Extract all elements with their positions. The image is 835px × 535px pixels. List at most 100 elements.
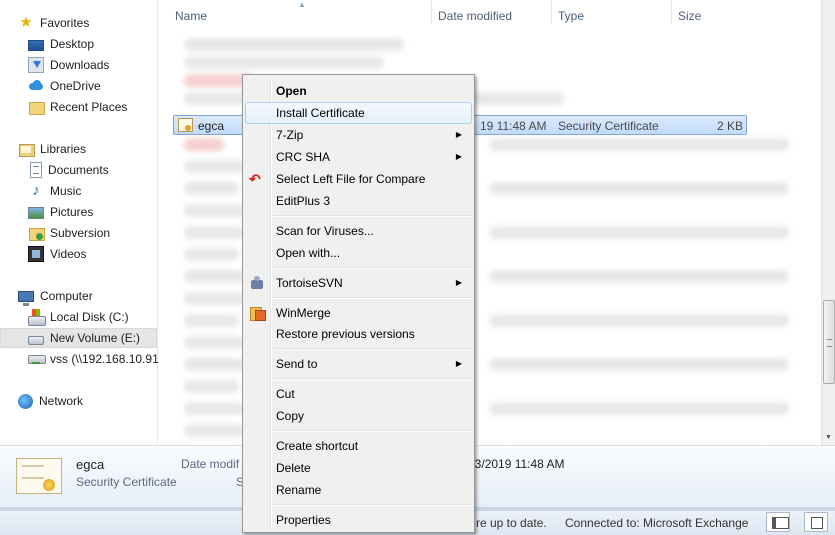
menu-separator [273,297,472,299]
menu-item-open-with[interactable]: Open with... [245,242,472,264]
nav-label: Music [50,184,82,198]
menu-item-rename[interactable]: Rename [245,479,472,501]
blurred-row [489,358,789,371]
recent-places-icon [28,99,45,115]
menu-item-select-left-file[interactable]: ↶ Select Left File for Compare [245,168,472,190]
star-icon: ★ [19,14,33,31]
nav-computer[interactable]: Computer [18,286,175,306]
nav-label: Videos [50,247,87,261]
blurred-row [489,138,789,151]
nav-label: New Volume (E:) [50,331,141,345]
menu-item-copy[interactable]: Copy [245,405,472,427]
blurred-row [489,314,789,327]
blurred-row [489,402,789,415]
file-type: Security Certificate [558,119,659,133]
scrollbar-thumb[interactable] [823,300,835,384]
menu-label: WinMerge [276,306,331,320]
context-menu: Open Install Certificate 7-Zip ▶ CRC SHA ▶… [242,74,475,533]
nav-new-volume[interactable]: New Volume (E:) [0,328,157,348]
navigation-pane: ★ Favorites Desktop Downloads OneDrive R… [0,0,163,445]
details-date-label: Date modif [181,457,240,471]
nav-label: Pictures [50,205,94,219]
menu-item-scan-viruses[interactable]: Scan for Viruses... [245,220,472,242]
menu-item-winmerge[interactable]: WinMerge [245,302,472,324]
menu-label: Open [276,84,307,98]
videos-icon [28,246,44,262]
menu-label: Send to [276,357,318,371]
blurred-row [489,270,789,283]
view-layout-button[interactable] [766,512,790,532]
disk-icon [28,335,44,345]
blurred-row [184,402,244,415]
compare-icon: ↶ [249,171,261,187]
menu-item-properties[interactable]: Properties [245,509,472,531]
scroll-down-icon[interactable]: ▼ [825,434,832,441]
file-name: egca [198,119,225,133]
column-date-modified[interactable]: Date modified [431,0,551,24]
blurred-row [184,138,224,151]
nav-label: Desktop [50,37,95,51]
nav-label: Network [39,394,84,408]
column-size[interactable]: Size [671,0,741,24]
certificate-icon [178,118,193,132]
documents-icon [30,162,42,178]
vertical-scrollbar[interactable]: ▼ [821,0,835,445]
blurred-row [184,38,404,51]
blurred-row [184,336,244,349]
blurred-row [184,292,244,305]
music-icon: ♪ [32,182,40,199]
view-reading-button[interactable] [804,512,828,532]
menu-separator [273,430,472,432]
menu-label: Open with... [276,246,341,260]
menu-item-create-shortcut[interactable]: Create shortcut [245,435,472,457]
menu-separator [273,215,472,217]
libraries-icon [18,141,35,157]
menu-label: Properties [276,513,331,527]
menu-label: 7-Zip [276,128,304,142]
nav-libraries[interactable]: Libraries [18,139,175,159]
nav-label: Subversion [50,226,111,240]
menu-item-cut[interactable]: Cut [245,383,472,405]
submenu-arrow-icon: ▶ [455,359,462,368]
file-date: 19 11:48 AM [480,119,547,133]
menu-separator [273,504,472,506]
menu-item-tortoisesvn[interactable]: TortoiseSVN ▶ [245,272,472,294]
blurred-row [489,226,789,239]
blurred-row [184,270,244,283]
menu-label: TortoiseSVN [276,276,343,290]
nav-network[interactable]: Network [18,391,175,411]
file-size: 2 KB [716,119,743,133]
menu-item-install-certificate[interactable]: Install Certificate [245,102,472,124]
column-header: ▲ Name Date modified Type Size [159,0,835,24]
blurred-row [184,56,384,69]
nav-label: OneDrive [50,79,101,93]
status-sync-text: re up to date. [476,516,547,530]
menu-label: Create shortcut [276,439,359,453]
column-type[interactable]: Type [551,0,671,24]
nav-favorites[interactable]: ★ Favorites [18,13,175,33]
computer-icon [18,291,34,306]
pictures-icon [28,207,44,219]
nav-label: Local Disk (C:) [50,310,129,324]
menu-item-restore-versions[interactable]: Restore previous versions [245,323,472,345]
menu-item-delete[interactable]: Delete [245,457,472,479]
tortoisesvn-icon [249,275,265,291]
network-icon [18,393,33,409]
submenu-arrow-icon: ▶ [455,152,462,161]
details-file-name: egca [76,457,105,472]
status-connection-text: Connected to: Microsoft Exchange [565,516,749,530]
nav-label: Libraries [40,142,87,156]
menu-label: Select Left File for Compare [276,172,426,186]
menu-item-crc-sha[interactable]: CRC SHA ▶ [245,146,472,168]
menu-item-7zip[interactable]: 7-Zip ▶ [245,124,472,146]
desktop-icon [28,39,44,51]
column-name[interactable]: Name [169,0,431,24]
cloud-icon [28,78,44,94]
nav-label: Favorites [40,16,90,30]
menu-label: Cut [276,387,295,401]
menu-item-open[interactable]: Open [245,80,472,102]
menu-item-editplus[interactable]: EditPlus 3 [245,190,472,212]
menu-item-send-to[interactable]: Send to ▶ [245,353,472,375]
menu-separator [273,267,472,269]
menu-label: Delete [276,461,311,475]
